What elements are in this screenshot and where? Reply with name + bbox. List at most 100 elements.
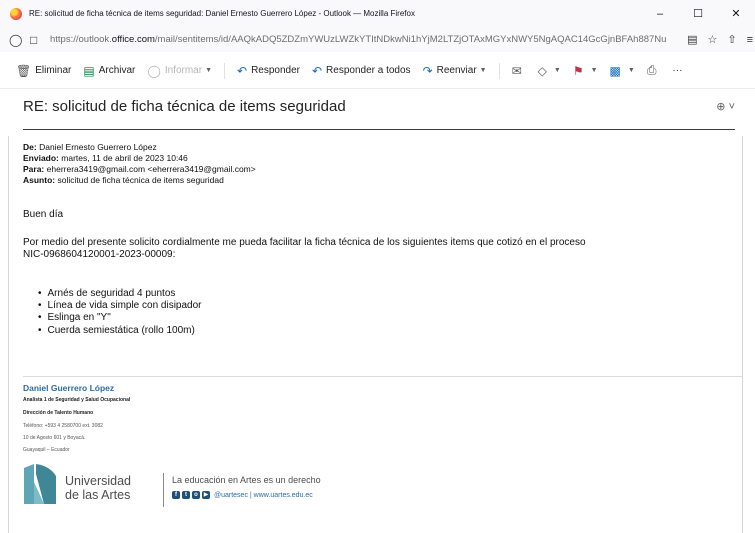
- url-domain: office.com: [111, 34, 155, 45]
- subject-label: Asunto:: [23, 175, 56, 185]
- shield-icon[interactable]: ◯: [9, 33, 22, 47]
- chevron-down-icon: ▼: [627, 67, 635, 74]
- signature-role: Analista 1 de Seguridad y Salud Ocupacio…: [23, 397, 131, 403]
- shield-report-icon: ◯: [147, 63, 161, 78]
- firefox-logo-icon: [10, 7, 22, 20]
- printer-icon: ⎙: [646, 63, 657, 77]
- social-links: f t o ▶ @uartesec | www.uartes.edu.ec: [172, 491, 313, 499]
- subject-line-header: Asunto: solicitud de ficha técnica de it…: [23, 175, 256, 186]
- chevron-down-icon: ▼: [205, 67, 212, 74]
- url-bar-actions: ▤ ☆ ⇧ ≡: [687, 27, 753, 52]
- report-button[interactable]: ◯ Informar ▼: [147, 64, 212, 78]
- share-icon[interactable]: ⇧: [727, 33, 736, 46]
- trash-icon: 🗑: [16, 63, 32, 78]
- subject-divider: [23, 129, 735, 130]
- tag-icon: ◇: [537, 63, 547, 78]
- reading-pane-left-border: [8, 136, 9, 533]
- to-line: Para: eherrera3419@gmail.com <eherrera34…: [23, 164, 256, 175]
- reply-button[interactable]: ↶ Responder: [237, 64, 300, 78]
- url-prefix: https://outlook.: [50, 34, 112, 45]
- twitter-icon[interactable]: t: [182, 491, 190, 499]
- categorize-button[interactable]: ◇ ▼: [538, 64, 561, 78]
- forward-arrow-icon: ↷: [422, 63, 433, 78]
- items-list: Arnés de seguridad 4 puntos Línea de vid…: [38, 288, 202, 337]
- paragraph-line-2: NIC-0968604120001-2023-00009:: [23, 249, 176, 260]
- logo-wordmark: Universidad de las Artes: [65, 474, 131, 502]
- from-value: Daniel Ernesto Guerrero López: [39, 142, 157, 152]
- move-folder-icon: ▩: [609, 63, 621, 78]
- signature-tagline: La educación en Artes es un derecho: [172, 475, 321, 485]
- more-actions-button[interactable]: ···: [672, 65, 682, 76]
- window-controls: – ☐ ✕: [641, 0, 755, 27]
- social-handle[interactable]: @uartesec | www.uartes.edu.ec: [214, 492, 313, 499]
- signature-name: Daniel Guerrero López: [23, 383, 115, 393]
- forward-label: Reenviar: [436, 65, 477, 76]
- url-bar: ◯ □ https://outlook.office.com/mail/sent…: [0, 27, 755, 52]
- greeting: Buen día: [23, 209, 64, 220]
- sent-value: martes, 11 de abril de 2023 10:46: [61, 153, 188, 163]
- sent-line: Enviado: martes, 11 de abril de 2023 10:…: [23, 153, 256, 164]
- list-item: Cuerda semiestática (rollo 100m): [38, 325, 202, 337]
- reply-arrow-icon: ↶: [237, 63, 248, 78]
- subject-value: solicitud de ficha técnica de items segu…: [57, 175, 224, 185]
- list-item: Eslinga en "Y": [38, 312, 202, 324]
- to-value: eherrera3419@gmail.com <eherrera3419@gma…: [46, 164, 256, 174]
- signature-city: Guayaquil – Ecuador: [23, 447, 70, 453]
- paragraph-line-1: Por medio del presente solicito cordialm…: [23, 237, 586, 248]
- archive-icon: ▤: [83, 63, 95, 78]
- flag-icon: ⚑: [572, 63, 584, 78]
- instagram-icon[interactable]: o: [192, 491, 200, 499]
- signature-divider: [23, 376, 742, 377]
- toolbar-divider: [224, 62, 225, 79]
- reading-pane-scrollbar[interactable]: [742, 136, 743, 533]
- bookmark-star-icon[interactable]: ☆: [707, 33, 717, 46]
- signature-phone: Teléfono: +593 4 2580700 ext. 3082: [23, 423, 103, 429]
- message-subject: RE: solicitud de ficha técnica de items …: [23, 98, 346, 115]
- maximize-button[interactable]: ☐: [679, 0, 717, 27]
- chevron-down-icon: ▼: [590, 67, 598, 74]
- from-line: De: Daniel Ernesto Guerrero López: [23, 142, 256, 153]
- reader-view-icon[interactable]: ▤: [687, 33, 697, 46]
- chevron-down-icon: ▼: [479, 67, 487, 74]
- url-path: /mail/sentitems/id/AAQkADQ5ZDZmYWUzLWZkY…: [154, 34, 667, 45]
- sent-label: Enviado:: [23, 153, 59, 163]
- university-logo-icon: [22, 462, 60, 506]
- menu-icon[interactable]: ≡: [747, 34, 753, 46]
- reply-all-label: Responder a todos: [326, 65, 411, 76]
- toolbar-divider: [498, 62, 500, 79]
- archive-button[interactable]: ▤ Archivar: [83, 64, 135, 78]
- logo-divider: [163, 473, 164, 507]
- close-button[interactable]: ✕: [717, 0, 755, 27]
- reply-all-button[interactable]: ↶ Responder a todos: [312, 64, 411, 78]
- page-info-icon[interactable]: □: [30, 33, 42, 47]
- forward-button[interactable]: ↷ Reenviar ▼: [423, 64, 487, 78]
- signature-address: 10 de Agosto 601 y Boyacá.: [23, 435, 86, 441]
- archive-label: Archivar: [98, 65, 136, 76]
- zoom-icon[interactable]: ⊕ ˅: [716, 100, 735, 113]
- envelope-open-icon: ✉: [511, 63, 522, 78]
- window-titlebar: RE: solicitud de ficha técnica de items …: [0, 0, 755, 27]
- youtube-icon[interactable]: ▶: [202, 491, 210, 499]
- move-button[interactable]: ▩ ▼: [610, 64, 635, 78]
- report-label: Informar: [164, 65, 203, 76]
- print-button[interactable]: ⎙: [647, 63, 661, 78]
- from-label: De:: [23, 142, 37, 152]
- signature-department: Dirección de Talento Humano: [23, 410, 94, 416]
- url-field[interactable]: https://outlook.office.com/mail/sentitem…: [50, 34, 670, 45]
- logo-line-2: de las Artes: [65, 488, 131, 502]
- message-toolbar: 🗑 Eliminar ▤ Archivar ◯ Informar ▼ ↶ Responde…: [0, 53, 755, 89]
- quoted-header: De: Daniel Ernesto Guerrero López Enviad…: [23, 142, 256, 186]
- to-label: Para:: [23, 164, 45, 174]
- flag-button[interactable]: ⚑ ▼: [573, 64, 598, 78]
- delete-label: Eliminar: [35, 65, 72, 76]
- list-item: Línea de vida simple con disipador: [38, 300, 202, 312]
- chevron-down-icon: ▼: [553, 67, 561, 74]
- window-title: RE: solicitud de ficha técnica de items …: [29, 9, 415, 18]
- minimize-button[interactable]: –: [641, 0, 679, 27]
- list-item: Arnés de seguridad 4 puntos: [38, 288, 202, 300]
- delete-button[interactable]: 🗑 Eliminar: [16, 64, 71, 78]
- reply-all-arrow-icon: ↶: [311, 63, 323, 78]
- mark-read-button[interactable]: ✉: [512, 64, 526, 78]
- logo-line-1: Universidad: [65, 474, 132, 488]
- facebook-icon[interactable]: f: [172, 491, 180, 499]
